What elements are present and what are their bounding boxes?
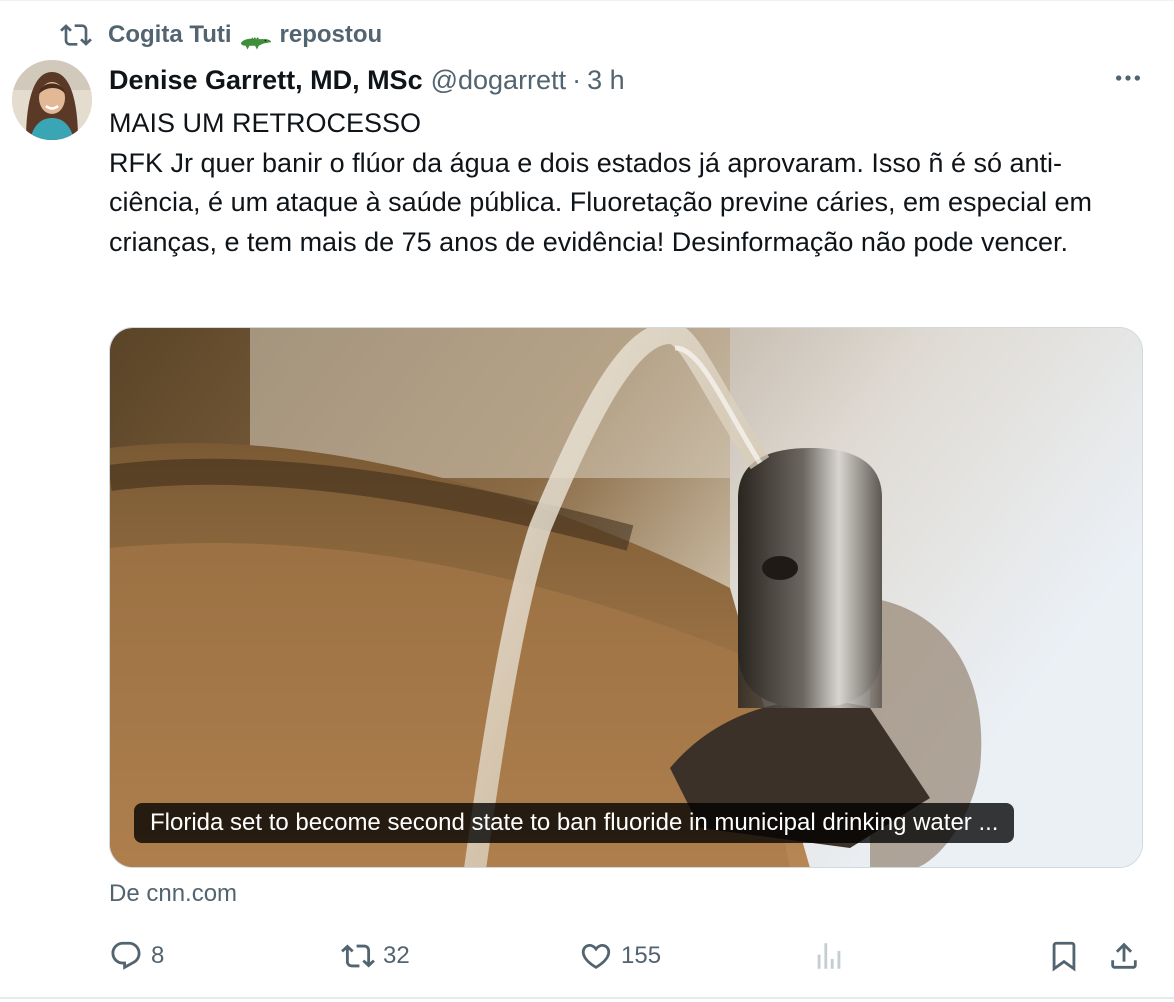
author-handle[interactable]: @dogarrett xyxy=(431,65,566,96)
action-bar: 8 32 155 xyxy=(109,934,1149,978)
repost-label: repostou xyxy=(279,21,383,48)
analytics-icon xyxy=(817,943,841,969)
repost-icon xyxy=(60,24,92,46)
repost-context: Cogita Tuti repostou xyxy=(60,18,382,52)
reply-count: 8 xyxy=(151,942,165,969)
repost-count: 32 xyxy=(383,942,410,969)
more-icon xyxy=(1116,75,1140,81)
reply-icon xyxy=(111,941,141,970)
heart-icon xyxy=(581,943,611,969)
card-source[interactable]: De cnn.com xyxy=(109,878,237,910)
bookmark-button[interactable] xyxy=(1047,934,1089,978)
tweet-header: Denise Garrett, MD, MSc @dogarrett · 3 h xyxy=(109,60,625,100)
separator-dot: · xyxy=(572,64,582,95)
avatar[interactable] xyxy=(12,60,92,140)
card-caption[interactable]: Florida set to become second state to ba… xyxy=(134,803,1015,843)
link-card[interactable]: Florida set to become second state to ba… xyxy=(109,327,1143,868)
crocodile-emoji xyxy=(240,25,274,50)
bookmark-icon xyxy=(1052,941,1076,972)
views-button[interactable] xyxy=(812,934,854,978)
tweet-text: MAIS UM RETROCESSO RFK Jr quer banir o f… xyxy=(109,104,1149,262)
more-options-button[interactable] xyxy=(1108,62,1148,94)
card-image xyxy=(110,328,1142,867)
top-divider xyxy=(0,0,1174,1)
author-name[interactable]: Denise Garrett, MD, MSc xyxy=(109,65,423,96)
reply-button[interactable]: 8 xyxy=(109,934,164,978)
reposter-name[interactable]: Cogita Tuti xyxy=(108,21,232,49)
like-button[interactable]: 155 xyxy=(579,934,661,978)
share-button[interactable] xyxy=(1107,934,1149,978)
tweet-text-line: RFK Jr quer banir o flúor da água e dois… xyxy=(109,147,1093,257)
tweet-time[interactable]: 3 h xyxy=(587,65,625,96)
repost-button[interactable]: 32 xyxy=(341,934,410,978)
like-count: 155 xyxy=(621,942,662,969)
repost-icon xyxy=(341,944,375,968)
tweet-text-line: MAIS UM RETROCESSO xyxy=(109,108,422,138)
bottom-divider xyxy=(0,997,1174,999)
share-icon xyxy=(1111,942,1137,969)
